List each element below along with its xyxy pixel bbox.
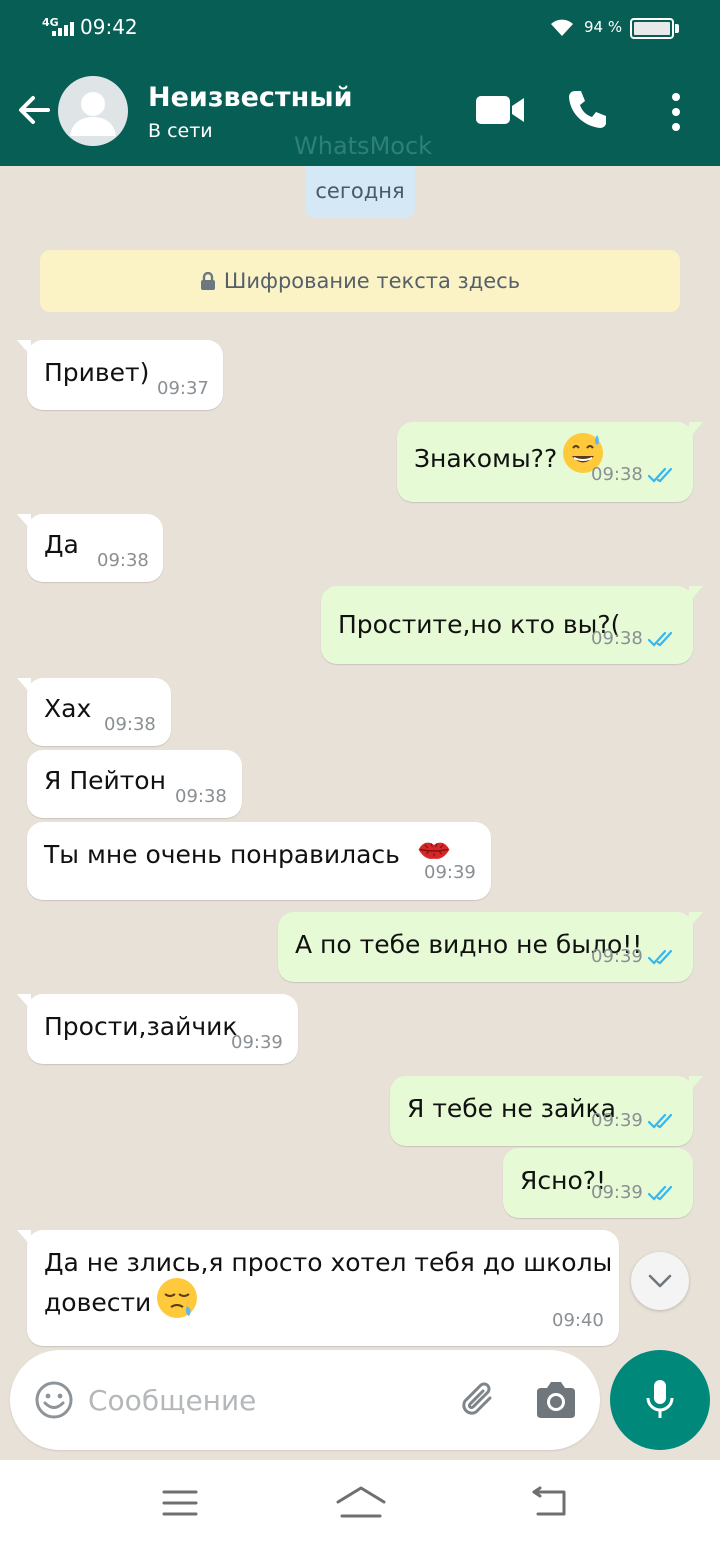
- message-time: 09:38: [97, 550, 149, 571]
- microphone-icon: [646, 1380, 674, 1418]
- message-outgoing[interactable]: Ясно?! 09:39: [503, 1148, 693, 1218]
- message-incoming[interactable]: Ты мне очень понравилась 09:39: [27, 822, 491, 900]
- message-time: 09:38: [591, 464, 643, 485]
- message-incoming[interactable]: Я Пейтон 09:38: [27, 750, 242, 818]
- recent-apps-icon[interactable]: [160, 1488, 200, 1518]
- battery-percent: 94 %: [584, 18, 623, 36]
- read-receipt-icon: [647, 1185, 673, 1201]
- status-bar: 4G 09:42 94 %: [0, 0, 720, 56]
- video-call-icon[interactable]: [474, 92, 526, 128]
- voice-call-icon[interactable]: [566, 88, 608, 130]
- system-nav-bar: [0, 1460, 720, 1544]
- message-text: Знакомы??: [414, 433, 605, 475]
- signal-icon: [52, 22, 74, 36]
- message-text: Хах: [44, 694, 92, 723]
- paperclip-icon[interactable]: [456, 1378, 500, 1422]
- message-time: 09:39: [231, 1032, 283, 1053]
- more-options-icon[interactable]: [664, 90, 688, 134]
- battery-icon: [630, 18, 674, 39]
- message-text: Да не злись,я просто хотел тебя до школы: [44, 1248, 613, 1277]
- encryption-notice[interactable]: Шифрование текста здесь: [40, 250, 680, 312]
- emoji-icon[interactable]: [34, 1380, 74, 1420]
- message-text: Ты мне очень понравилась: [44, 840, 456, 869]
- default-avatar-icon: [70, 92, 116, 136]
- back-icon[interactable]: [528, 1486, 570, 1520]
- message-text: Привет): [44, 358, 150, 387]
- message-outgoing[interactable]: Знакомы?? 09:38: [397, 422, 703, 502]
- message-time: 09:39: [591, 1110, 643, 1131]
- app-watermark: WhatsMock: [294, 132, 433, 160]
- contact-name[interactable]: Неизвестный: [148, 82, 353, 113]
- message-time: 09:38: [104, 714, 156, 735]
- message-incoming[interactable]: Да не злись,я просто хотел тебя до школы…: [17, 1230, 619, 1346]
- message-outgoing[interactable]: Я тебе не зайка 09:39: [390, 1076, 703, 1146]
- read-receipt-icon: [647, 467, 673, 483]
- battery-tip: [675, 24, 679, 33]
- message-incoming[interactable]: Да 09:38: [17, 514, 163, 582]
- message-time: 09:37: [157, 378, 209, 399]
- message-input[interactable]: [88, 1378, 438, 1422]
- camera-icon[interactable]: [534, 1380, 578, 1420]
- chevron-down-icon: [648, 1274, 672, 1288]
- chat-area[interactable]: сегодня Шифрование текста здесь Привет) …: [0, 166, 720, 1350]
- status-time: 09:42: [80, 15, 138, 39]
- lock-icon: [200, 272, 215, 290]
- read-receipt-icon: [647, 1113, 673, 1129]
- message-field[interactable]: [10, 1350, 600, 1450]
- message-text: Я Пейтон: [44, 766, 166, 795]
- message-time: 09:38: [591, 628, 643, 649]
- back-arrow-icon[interactable]: [16, 92, 52, 128]
- message-text: Да: [44, 530, 79, 559]
- avatar[interactable]: [58, 76, 128, 146]
- chat-header: Неизвестный В сети WhatsMock: [0, 56, 720, 166]
- composer-bar: [0, 1350, 720, 1460]
- home-icon[interactable]: [334, 1484, 388, 1520]
- message-outgoing[interactable]: А по тебе видно не было!! 09:39: [278, 912, 703, 982]
- read-receipt-icon: [647, 949, 673, 965]
- date-chip: сегодня: [305, 166, 415, 218]
- message-time: 09:39: [591, 1182, 643, 1203]
- mic-button[interactable]: [610, 1350, 710, 1450]
- message-incoming[interactable]: Хах 09:38: [17, 678, 171, 746]
- encryption-text: Шифрование текста здесь: [223, 269, 521, 293]
- scroll-to-bottom-button[interactable]: [631, 1252, 689, 1310]
- message-incoming[interactable]: Привет) 09:37: [17, 340, 223, 410]
- message-incoming[interactable]: Прости,зайчик 09:39: [17, 994, 298, 1064]
- message-time: 09:39: [591, 946, 643, 967]
- wifi-icon: [551, 19, 573, 36]
- message-text: Я тебе не зайка: [407, 1094, 616, 1123]
- message-text-line2: довести: [44, 1278, 199, 1320]
- read-receipt-icon: [647, 631, 673, 647]
- message-time: 09:39: [424, 862, 476, 883]
- sleepy-face-emoji-icon: [157, 1278, 198, 1318]
- contact-status: В сети: [148, 120, 213, 142]
- message-time: 09:40: [552, 1310, 604, 1331]
- message-outgoing[interactable]: Простите,но кто вы?( 09:38: [321, 586, 703, 664]
- message-text: Прости,зайчик: [44, 1012, 238, 1041]
- message-time: 09:38: [175, 786, 227, 807]
- message-text: Простите,но кто вы?(: [338, 610, 621, 639]
